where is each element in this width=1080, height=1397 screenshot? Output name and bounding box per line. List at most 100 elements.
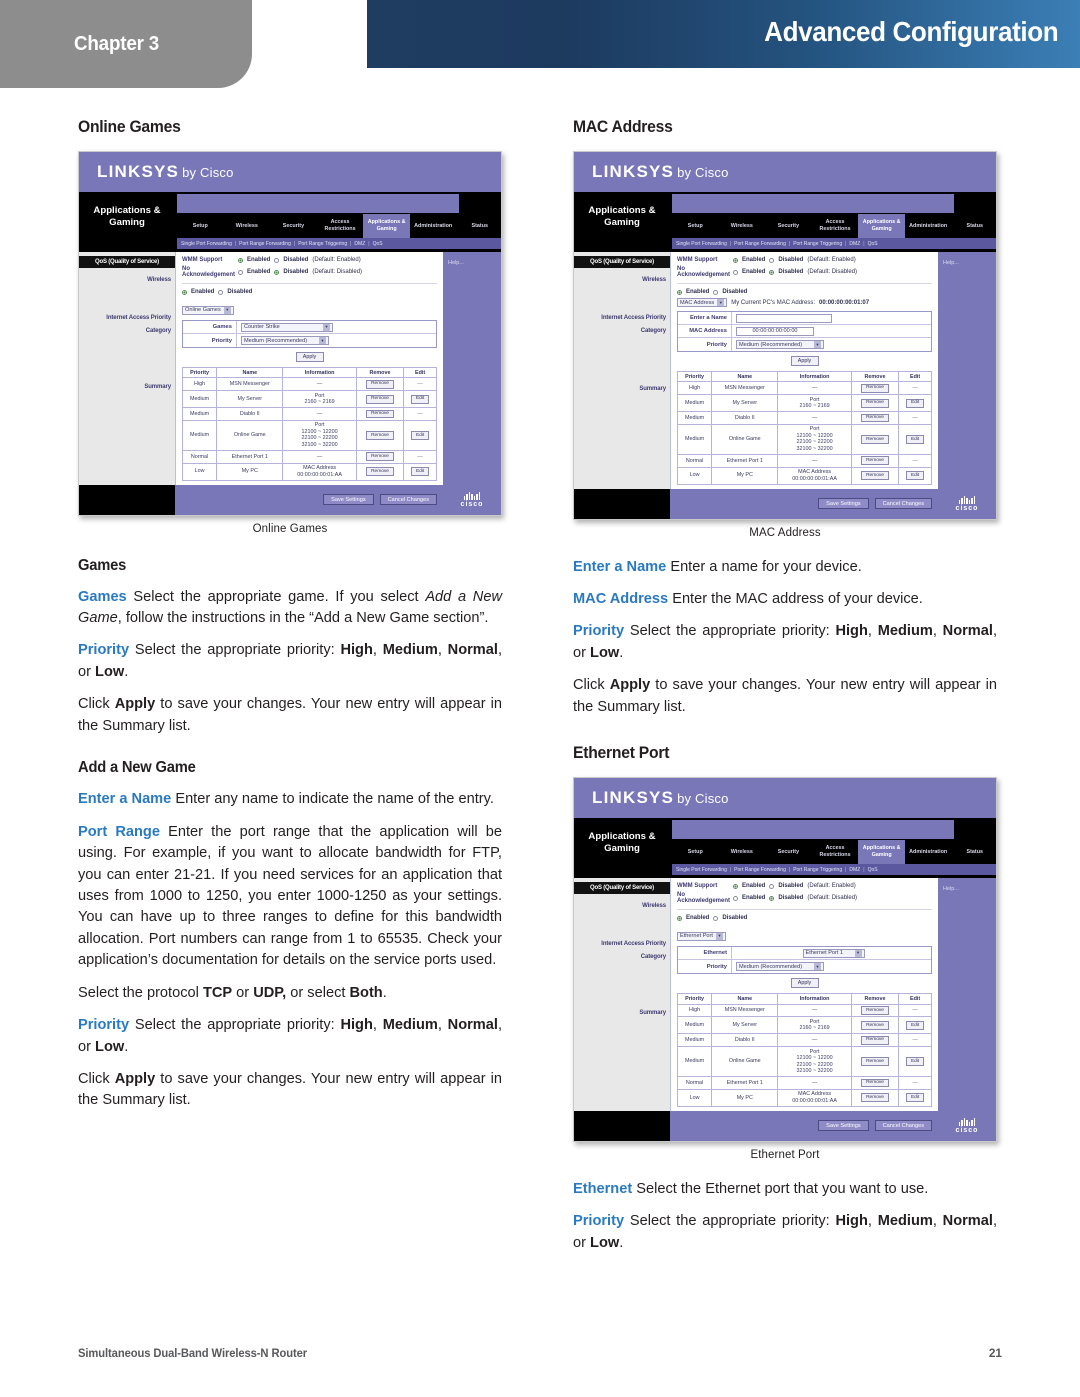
apply-button[interactable]: Apply — [790, 356, 819, 366]
edit-button[interactable]: Edit — [905, 435, 925, 444]
apply-button[interactable]: Apply — [790, 978, 819, 989]
subtab-port-range-forwarding[interactable]: Port Range Forwarding — [734, 241, 786, 247]
remove-button[interactable]: Remove — [861, 456, 889, 466]
tab-status[interactable]: Status — [456, 223, 501, 230]
subtab-port-range-triggering[interactable]: Port Range Triggering — [298, 241, 347, 247]
no-ack-disabled-radio[interactable] — [769, 269, 775, 275]
remove-button[interactable]: Remove — [861, 398, 889, 408]
tab-setup[interactable]: Setup — [177, 223, 224, 230]
apply-button[interactable]: Apply — [295, 352, 324, 362]
mac-address-input[interactable]: 00:00:00:00:00:00 — [736, 326, 814, 336]
cancel-changes-button[interactable]: Cancel Changes — [874, 498, 932, 510]
tab-applications-gaming[interactable]: Applications & Gaming — [363, 214, 410, 238]
subtab-dmz[interactable]: DMZ — [354, 241, 365, 247]
enter-a-name-input[interactable] — [736, 313, 832, 323]
subtab-single-port-forwarding[interactable]: Single Port Forwarding — [676, 867, 727, 873]
tab-security[interactable]: Security — [765, 849, 812, 856]
iap-enabled-radio[interactable] — [677, 915, 682, 921]
edit-button[interactable]: Edit — [905, 398, 925, 408]
wmm-enabled-radio[interactable] — [238, 257, 243, 263]
subtab-port-range-forwarding[interactable]: Port Range Forwarding — [734, 867, 786, 873]
tab-security[interactable]: Security — [765, 223, 812, 230]
priority-select[interactable]: Medium (Recommended) ▾ — [736, 962, 824, 972]
iap-disabled-radio[interactable] — [713, 289, 719, 295]
cancel-changes-button[interactable]: Cancel Changes — [379, 494, 437, 506]
subtab-single-port-forwarding[interactable]: Single Port Forwarding — [676, 241, 727, 247]
tab-wireless[interactable]: Wireless — [719, 223, 766, 230]
remove-button[interactable]: Remove — [861, 1093, 889, 1103]
tab-access-restrictions[interactable]: Access Restrictions — [812, 845, 859, 859]
ethernet-select[interactable]: Ethernet Port 1 ▾ — [802, 948, 865, 958]
edit-button[interactable]: Edit — [410, 431, 430, 440]
remove-button[interactable]: Remove — [861, 1035, 889, 1045]
edit-button[interactable]: Edit — [905, 1021, 925, 1030]
subtab-qos[interactable]: QoS — [373, 241, 383, 247]
remove-button[interactable]: Remove — [861, 435, 889, 444]
help-link[interactable]: Help... — [443, 252, 501, 266]
tab-access-restrictions[interactable]: Access Restrictions — [812, 219, 859, 233]
no-ack-disabled-radio[interactable] — [274, 269, 280, 275]
no-ack-enabled-radio[interactable] — [733, 269, 738, 275]
subtab-qos[interactable]: QoS — [868, 867, 878, 873]
priority-select[interactable]: Medium (Recommended) ▾ — [241, 336, 329, 345]
edit-button[interactable]: Edit — [905, 1093, 925, 1103]
iap-disabled-radio[interactable] — [218, 289, 224, 295]
subtab-qos[interactable]: QoS — [868, 241, 878, 247]
subtab-port-range-triggering[interactable]: Port Range Triggering — [793, 241, 842, 247]
remove-button[interactable]: Remove — [861, 1057, 889, 1067]
wmm-enabled-radio[interactable] — [733, 257, 738, 263]
subtab-single-port-forwarding[interactable]: Single Port Forwarding — [181, 241, 232, 247]
tab-status[interactable]: Status — [951, 223, 996, 230]
tab-administration[interactable]: Administration — [905, 849, 952, 856]
no-ack-disabled-radio[interactable] — [769, 895, 775, 901]
remove-button[interactable]: Remove — [366, 452, 394, 462]
remove-button[interactable]: Remove — [861, 1021, 889, 1030]
wmm-enabled-radio[interactable] — [733, 883, 738, 889]
subtab-port-range-triggering[interactable]: Port Range Triggering — [793, 867, 842, 873]
subtab-port-range-forwarding[interactable]: Port Range Forwarding — [239, 241, 291, 247]
priority-select[interactable]: Medium (Recommended) ▾ — [736, 340, 824, 349]
tab-status[interactable]: Status — [951, 849, 996, 856]
tab-applications-gaming[interactable]: Applications & Gaming — [858, 214, 905, 238]
category-select[interactable]: Online Games ▾ — [182, 305, 234, 315]
remove-button[interactable]: Remove — [366, 467, 394, 476]
subtab-dmz[interactable]: DMZ — [849, 241, 860, 247]
tab-applications-gaming[interactable]: Applications & Gaming — [858, 840, 905, 865]
no-ack-enabled-radio[interactable] — [238, 269, 243, 275]
remove-button[interactable]: Remove — [861, 413, 889, 423]
iap-enabled-radio[interactable] — [182, 289, 187, 295]
wmm-disabled-radio[interactable] — [769, 883, 775, 889]
remove-button[interactable]: Remove — [366, 431, 394, 440]
help-link[interactable]: Help... — [938, 252, 996, 266]
remove-button[interactable]: Remove — [861, 383, 889, 393]
edit-button[interactable]: Edit — [410, 467, 430, 476]
subtab-dmz[interactable]: DMZ — [849, 867, 860, 873]
save-settings-button[interactable]: Save Settings — [323, 494, 374, 506]
remove-button[interactable]: Remove — [366, 379, 394, 389]
remove-button[interactable]: Remove — [861, 1006, 889, 1015]
help-link[interactable]: Help... — [938, 878, 996, 892]
edit-button[interactable]: Edit — [905, 471, 925, 480]
tab-administration[interactable]: Administration — [905, 223, 952, 230]
category-select[interactable]: Ethernet Port ▾ — [677, 931, 726, 941]
remove-button[interactable]: Remove — [861, 1078, 889, 1088]
no-ack-enabled-radio[interactable] — [733, 895, 738, 901]
category-select[interactable]: MAC Address ▾ — [677, 298, 728, 307]
edit-button[interactable]: Edit — [410, 394, 430, 404]
remove-button[interactable]: Remove — [861, 471, 889, 480]
games-select[interactable]: Counter Strike ▾ — [241, 322, 333, 332]
tab-administration[interactable]: Administration — [410, 223, 457, 230]
iap-disabled-radio[interactable] — [713, 915, 719, 921]
save-settings-button[interactable]: Save Settings — [818, 498, 869, 510]
remove-button[interactable]: Remove — [366, 409, 394, 419]
tab-wireless[interactable]: Wireless — [719, 849, 766, 856]
tab-access-restrictions[interactable]: Access Restrictions — [317, 219, 364, 233]
wmm-disabled-radio[interactable] — [769, 257, 775, 263]
tab-wireless[interactable]: Wireless — [224, 223, 271, 230]
tab-security[interactable]: Security — [270, 223, 317, 230]
tab-setup[interactable]: Setup — [672, 849, 719, 856]
tab-setup[interactable]: Setup — [672, 223, 719, 230]
cancel-changes-button[interactable]: Cancel Changes — [874, 1120, 932, 1132]
remove-button[interactable]: Remove — [366, 394, 394, 404]
iap-enabled-radio[interactable] — [677, 289, 682, 295]
